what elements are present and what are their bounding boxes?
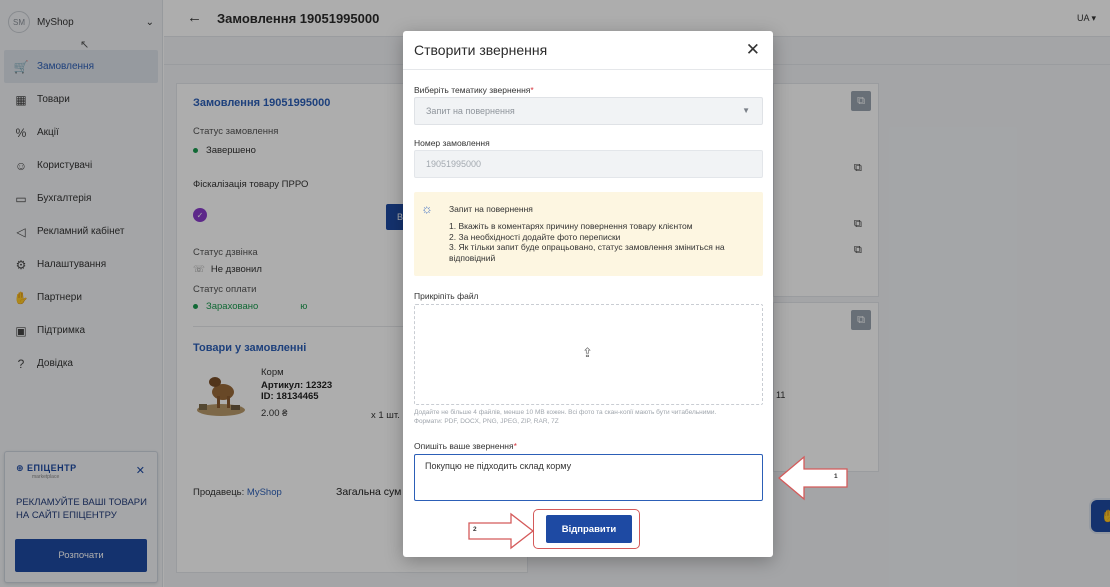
description-label-text: Опишіть ваше звернення (414, 441, 514, 451)
modal-header: Створити звернення ✕ (403, 31, 773, 70)
info-box: ☼ Запит на повернення 1. Вкажіть в комен… (414, 192, 763, 276)
modal-title: Створити звернення (414, 42, 548, 58)
topic-select-value: Запит на повернення (426, 106, 515, 116)
info-line: 2. За необхідності додайте фото переписк… (449, 231, 621, 242)
required-mark: * (513, 441, 517, 451)
close-icon[interactable]: ✕ (746, 40, 760, 60)
annotation-number-1: 1 (834, 473, 838, 480)
info-list: 1. Вкажіть в коментарях причину повернен… (449, 221, 759, 263)
order-number-field: 19051995000 (414, 150, 763, 178)
lightbulb-icon: ☼ (421, 201, 433, 216)
attach-label: Прикріпіть файл (414, 291, 479, 301)
info-line: 1. Вкажіть в коментарях причину повернен… (449, 221, 693, 231)
info-title: Запит на повернення (449, 204, 533, 214)
upload-hint: Додайте не більше 4 файлів, менше 10 MB … (414, 409, 717, 425)
file-upload-zone[interactable]: ⇪ (414, 304, 763, 405)
topic-label: Виберіть тематику звернення* (414, 85, 534, 95)
description-textarea[interactable]: Покупцю не підходить склад корму (414, 454, 763, 501)
annotation-arrow-2 (468, 512, 535, 550)
submit-button[interactable]: Відправити (546, 515, 632, 543)
topic-label-text: Виберіть тематику звернення (414, 85, 531, 95)
chevron-down-icon: ▼ (742, 106, 750, 115)
order-number-value: 19051995000 (426, 159, 482, 169)
required-mark: * (530, 85, 534, 95)
annotation-arrow-1 (777, 455, 848, 501)
description-label: Опишіть ваше звернення* (414, 441, 517, 451)
info-line: 3. Як тільки запит буде опрацьовано, ста… (449, 242, 725, 263)
create-request-modal: Створити звернення ✕ Виберіть тематику з… (403, 31, 773, 557)
topic-select[interactable]: Запит на повернення ▼ (414, 97, 763, 125)
upload-icon: ⇪ (582, 345, 593, 360)
order-number-label: Номер замовлення (414, 138, 490, 148)
annotation-number-2: 2 (473, 526, 477, 533)
